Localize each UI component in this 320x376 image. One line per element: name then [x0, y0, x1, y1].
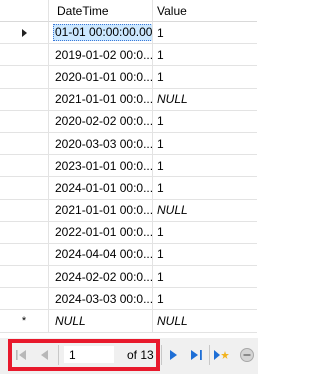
new-row-datetime-cell[interactable]: NULL [49, 310, 153, 333]
datetime-value: 2024-04-04 00:0... [55, 247, 153, 262]
row-selector[interactable] [0, 155, 49, 178]
table-row[interactable]: 01-01 00:00:00.000 1 [0, 22, 258, 45]
separator [209, 345, 210, 365]
new-row-selector[interactable]: * [0, 310, 49, 333]
new-row[interactable]: * NULL NULL [0, 310, 258, 333]
row-selector[interactable] [0, 88, 49, 111]
table-row[interactable]: 2020-03-03 00:0... 1 [0, 132, 258, 156]
table-row[interactable]: 2024-01-01 00:0... 1 [0, 177, 258, 200]
datetime-cell[interactable]: 2021-01-01 00:0... [49, 199, 153, 222]
table-row[interactable]: 2019-01-02 00:0... 1 [0, 44, 258, 67]
row-selector[interactable] [0, 266, 49, 289]
separator [161, 345, 162, 365]
datetime-cell[interactable]: 2019-01-02 00:0... [49, 44, 153, 67]
table-row[interactable]: 2024-04-04 00:0... 1 [0, 243, 258, 267]
row-selector[interactable] [0, 243, 49, 267]
row-selector[interactable] [0, 66, 49, 89]
datetime-cell[interactable]: 2021-01-01 00:0... [49, 88, 153, 111]
datetime-cell[interactable]: 2023-01-01 00:0... [49, 155, 153, 178]
value-cell[interactable]: 1 [153, 266, 257, 289]
datetime-value: 2021-01-01 00:0... [55, 203, 153, 218]
column-header-value[interactable]: Value [153, 0, 257, 22]
value-cell[interactable]: 1 [153, 44, 257, 67]
datetime-value: 2020-02-02 00:0... [55, 114, 153, 129]
table-row[interactable]: 2022-01-01 00:0... 1 [0, 221, 258, 244]
datetime-cell[interactable]: 01-01 00:00:00.000 [49, 22, 153, 45]
table-row[interactable]: 2023-01-01 00:0... 1 [0, 155, 258, 178]
row-selector[interactable] [0, 44, 49, 67]
value-cell[interactable]: 1 [153, 244, 257, 267]
datetime-cell[interactable]: 2020-02-02 00:0... [49, 110, 153, 133]
datetime-value: 2020-03-03 00:0... [55, 136, 153, 151]
highlight-box [8, 339, 160, 371]
datetime-value: 2021-01-01 00:0... [55, 92, 153, 107]
datetime-cell[interactable]: 2024-01-01 00:0... [49, 177, 153, 200]
new-row-value-cell[interactable]: NULL [153, 310, 257, 333]
datetime-cell[interactable]: 2024-02-02 00:0... [49, 266, 153, 289]
value-cell[interactable]: 1 [153, 155, 257, 178]
datetime-cell[interactable]: 2020-01-01 00:0... [49, 66, 153, 89]
datetime-cell[interactable]: 2024-04-04 00:0... [49, 243, 153, 267]
new-row-marker: * [21, 315, 27, 328]
row-selector[interactable] [0, 110, 49, 133]
data-grid: DateTime Value 01-01 00:00:00.000 1 2019-0… [0, 0, 258, 333]
datetime-cell[interactable]: 2020-03-03 00:0... [49, 132, 153, 156]
datetime-value: 2019-01-02 00:0... [55, 47, 153, 62]
row-selector[interactable] [0, 22, 49, 45]
value-cell[interactable]: 1 [153, 111, 257, 133]
datetime-value: 2020-01-01 00:0... [55, 69, 153, 84]
datetime-value: 2022-01-01 00:0... [55, 225, 153, 240]
move-last-icon[interactable] [189, 346, 205, 364]
header-row: DateTime Value [0, 0, 258, 22]
row-selector[interactable] [0, 199, 49, 222]
datetime-value: 2024-02-02 00:0... [55, 269, 153, 284]
value-cell[interactable]: 1 [153, 177, 257, 200]
datetime-value: 2023-01-01 00:0... [55, 158, 153, 173]
datetime-value: 2024-01-01 00:0... [55, 180, 153, 195]
table-row[interactable]: 2021-01-01 00:0... NULL [0, 88, 258, 111]
move-next-icon[interactable] [167, 346, 181, 364]
value-cell[interactable]: NULL [153, 200, 257, 222]
datetime-value[interactable]: 01-01 00:00:00.000 [53, 24, 152, 42]
datetime-cell[interactable]: 2022-01-01 00:0... [49, 221, 153, 244]
row-selector[interactable] [0, 132, 49, 156]
datetime-cell[interactable]: 2024-03-03 00:0... [49, 288, 153, 311]
delete-icon[interactable] [238, 345, 256, 365]
value-cell[interactable]: 1 [153, 288, 257, 311]
table-row[interactable]: 2024-03-03 00:0... 1 [0, 288, 258, 311]
current-row-arrow-icon [21, 28, 27, 37]
table-row[interactable]: 2020-02-02 00:0... 1 [0, 110, 258, 133]
table-row[interactable]: 2024-02-02 00:0... 1 [0, 266, 258, 289]
row-selector-header[interactable] [0, 0, 49, 22]
value-cell[interactable]: 1 [153, 222, 257, 244]
table-row[interactable]: 2020-01-01 00:0... 1 [0, 66, 258, 89]
value-cell[interactable]: 1 [153, 133, 257, 156]
row-selector[interactable] [0, 221, 49, 244]
table-row[interactable]: 2021-01-01 00:0... NULL [0, 199, 258, 222]
column-header-datetime[interactable]: DateTime [49, 0, 153, 22]
value-cell[interactable]: 1 [153, 66, 257, 89]
row-selector[interactable] [0, 288, 49, 311]
add-new-icon[interactable] [212, 346, 232, 364]
value-cell[interactable]: 1 [153, 22, 257, 45]
value-cell[interactable]: NULL [153, 89, 257, 111]
datetime-value: 2024-03-03 00:0... [55, 291, 153, 306]
row-selector[interactable] [0, 177, 49, 200]
